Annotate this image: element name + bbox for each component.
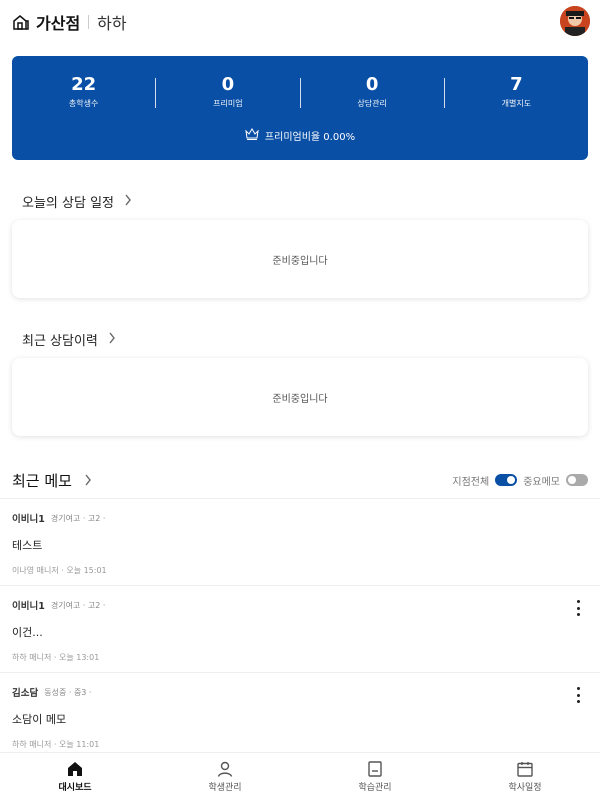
- recent-consult-card: 준비중입니다: [12, 358, 588, 436]
- memo-footer: 하하 매니저 · 오늘 11:01: [12, 740, 100, 749]
- premium-ratio-text: 프리미엄비율 0.00%: [264, 132, 356, 143]
- toggle-important-switch[interactable]: [566, 474, 588, 486]
- placeholder-text: 준비중입니다: [272, 255, 328, 267]
- stat-individual[interactable]: 7 개별지도: [445, 72, 588, 116]
- nav-students[interactable]: 학생관리: [150, 753, 300, 800]
- stat-value: 0: [365, 74, 379, 95]
- recent-consult-header[interactable]: 최근 상담이력: [22, 330, 116, 349]
- manager-name: 하하: [97, 14, 127, 33]
- memo-footer: 하하 매니저 · 오늘 13:01: [12, 653, 100, 662]
- memo-section-title[interactable]: 최근 메모: [12, 470, 72, 491]
- toggle-all-switch[interactable]: [495, 474, 518, 486]
- chevron-right-icon[interactable]: [84, 471, 92, 490]
- home-icon: [68, 762, 82, 776]
- memo-meta: 김소담 동성중 · 중3 ·: [12, 685, 588, 700]
- stats-card: 22 총학생수 0 프리미엄 0 상담관리 7 개별지도 프리미엄비율 0.00…: [12, 56, 588, 160]
- memo-meta: 이비니1 경기여고 · 고2 ·: [12, 511, 588, 526]
- person-icon: [217, 761, 233, 777]
- stat-value: 22: [71, 74, 97, 95]
- memo-filters: 지점전체 중요메모: [452, 473, 588, 488]
- more-vertical-icon[interactable]: [574, 600, 582, 616]
- avatar[interactable]: [560, 6, 590, 36]
- memo-item[interactable]: 김소담 동성중 · 중3 · 소담이 메모 하하 매니저 · 오늘 11:01: [0, 672, 600, 759]
- stat-label: 총학생수: [68, 99, 99, 108]
- calendar-icon: [517, 762, 533, 777]
- today-schedule-header[interactable]: 오늘의 상담 일정: [22, 192, 132, 211]
- section-title: 최근 상담이력: [22, 334, 98, 349]
- chevron-right-icon: [124, 194, 132, 210]
- memo-school: 경기여고 · 고2 ·: [50, 600, 106, 610]
- nav-dashboard[interactable]: 대시보드: [0, 753, 150, 800]
- bottom-nav: 대시보드 학생관리 학습관리 학사일정: [0, 752, 600, 800]
- book-icon: [368, 761, 382, 777]
- memo-content: 소담이 메모: [12, 713, 67, 726]
- memo-student: 이비니1: [12, 514, 45, 525]
- top-header: 가산점 하하: [0, 0, 600, 44]
- memo-content: 테스트: [12, 539, 43, 552]
- crown-icon: [245, 128, 259, 143]
- memo-item[interactable]: 이비니1 경기여고 · 고2 · 테스트 이나영 매니저 · 오늘 15:01: [0, 498, 600, 585]
- memo-student: 이비니1: [12, 601, 45, 612]
- stat-label: 프리미엄: [213, 99, 243, 108]
- memo-student: 김소담: [12, 688, 39, 699]
- nav-calendar[interactable]: 학사일정: [450, 753, 600, 800]
- nav-label: 학습관리: [358, 783, 392, 793]
- chevron-right-icon: [108, 332, 116, 348]
- stat-premium[interactable]: 0 프리미엄: [156, 72, 299, 116]
- stat-label: 개별지도: [501, 99, 532, 108]
- placeholder-text: 준비중입니다: [272, 393, 328, 405]
- stat-label: 상담관리: [357, 99, 387, 108]
- nav-label: 대시보드: [58, 783, 92, 793]
- header-divider: [88, 15, 90, 29]
- toggle-all-label: 지점전체: [452, 476, 490, 488]
- memo-school: 동성중 · 중3 ·: [44, 687, 92, 697]
- nav-learning[interactable]: 학습관리: [300, 753, 450, 800]
- toggle-important-label: 중요메모: [523, 476, 560, 488]
- stat-total-students[interactable]: 22 총학생수: [12, 72, 155, 116]
- toggle-knob: [507, 476, 516, 484]
- memo-content: 이건...: [12, 626, 43, 639]
- nav-label: 학사일정: [508, 783, 542, 793]
- more-vertical-icon[interactable]: [574, 687, 582, 703]
- memo-item[interactable]: 이비니1 경기여고 · 고2 · 이건... 하하 매니저 · 오늘 13:01: [0, 585, 600, 672]
- memo-list: 이비니1 경기여고 · 고2 · 테스트 이나영 매니저 · 오늘 15:01 …: [0, 498, 600, 759]
- stat-consult[interactable]: 0 상담관리: [301, 72, 444, 116]
- memo-meta: 이비니1 경기여고 · 고2 ·: [12, 598, 588, 613]
- memo-school: 경기여고 · 고2 ·: [50, 513, 106, 523]
- toggle-knob: [568, 476, 576, 484]
- premium-ratio: 프리미엄비율 0.00%: [12, 128, 588, 143]
- memo-header: 최근 메모 지점전체 중요메모: [12, 468, 588, 492]
- store-icon[interactable]: [12, 13, 30, 31]
- stat-value: 0: [221, 74, 235, 95]
- store-name[interactable]: 가산점: [36, 10, 80, 34]
- section-title: 오늘의 상담 일정: [22, 196, 114, 211]
- stat-value: 7: [510, 74, 523, 95]
- memo-footer: 이나영 매니저 · 오늘 15:01: [12, 566, 107, 575]
- nav-label: 학생관리: [208, 783, 242, 793]
- today-schedule-card: 준비중입니다: [12, 220, 588, 298]
